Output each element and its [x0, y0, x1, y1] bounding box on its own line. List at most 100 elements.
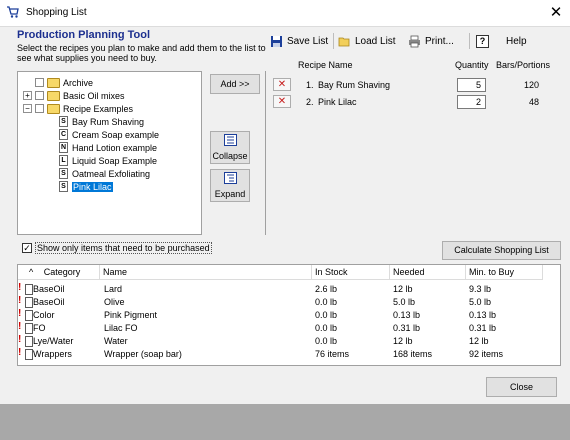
table-row[interactable]: ! Wrappers Wrapper (soap bar) 76 items 168 i… — [18, 347, 560, 361]
cell-min-to-buy: 9.3 lb — [469, 284, 492, 294]
page-subtitle: Select the recipes you plan to make and … — [17, 43, 266, 63]
expand-node-icon[interactable]: + — [23, 91, 32, 100]
title-divider — [0, 26, 570, 27]
add-button[interactable]: Add >> — [210, 74, 260, 94]
tree-checkbox[interactable] — [35, 104, 44, 113]
tree-item-label: Hand Lotion example — [72, 142, 158, 153]
cell-name: Lard — [104, 284, 123, 294]
calculate-shopping-list-button[interactable]: Calculate Shopping List — [442, 241, 561, 260]
folder-icon — [47, 90, 60, 101]
help-label: Help — [506, 35, 527, 47]
expand-label: Expand — [214, 189, 246, 199]
tree-item[interactable]: Archive — [23, 76, 93, 89]
cell-in-stock: 0.0 lb — [315, 297, 338, 307]
cell-needed: 168 items — [393, 349, 433, 359]
tree-item-label: Pink Lilac — [72, 181, 113, 192]
cell-needed: 12 lb — [393, 336, 413, 346]
bars-portions-value: 48 — [528, 97, 539, 107]
table-row[interactable]: ! BaseOil Olive 0.0 lb 5.0 lb 5.0 lb — [18, 295, 560, 309]
load-list-label: Load List — [355, 35, 396, 47]
shopping-table[interactable]: ^ Category Name In Stock Needed Min. to … — [17, 264, 561, 366]
show-only-checkbox[interactable]: ✓ — [22, 243, 32, 253]
page-title: Production Planning Tool — [17, 29, 151, 41]
tree-item[interactable]: C Cream Soap example — [59, 128, 159, 141]
save-list-button[interactable]: Save List — [270, 32, 328, 50]
needs-purchase-icon: ! — [18, 321, 22, 332]
cell-name: Lilac FO — [104, 323, 138, 333]
print-button[interactable]: Print... — [408, 32, 454, 50]
tree-node-spacer — [23, 78, 32, 87]
tree-item-label: Bay Rum Shaving — [72, 116, 145, 127]
recipe-doc-icon: N — [59, 142, 68, 153]
tree-item-label: Oatmeal Exfoliating — [72, 168, 151, 179]
cell-category: Color — [33, 310, 55, 320]
close-button[interactable]: Close — [486, 377, 557, 397]
cell-category: FO — [33, 323, 46, 333]
tree-checkbox[interactable] — [35, 91, 44, 100]
column-header-needed[interactable]: Needed — [390, 265, 466, 280]
needs-purchase-icon: ! — [18, 282, 22, 293]
cell-in-stock: 0.0 lb — [315, 323, 338, 333]
tree-item-label: Liquid Soap Example — [72, 155, 158, 166]
cell-name: Wrapper (soap bar) — [104, 349, 182, 359]
table-row[interactable]: ! Color Pink Pigment 0.0 lb 0.13 lb 0.13 lb — [18, 308, 560, 322]
recipe-tree[interactable]: Archive + Basic Oil mixes − Recipe Examples S… — [17, 71, 202, 235]
column-header-in-stock[interactable]: In Stock — [312, 265, 390, 280]
table-row[interactable]: ! Lye/Water Water 0.0 lb 12 lb 12 lb — [18, 334, 560, 348]
column-header-min-to-buy[interactable]: Min. to Buy — [466, 265, 543, 280]
recipe-doc-icon: C — [59, 129, 68, 140]
cart-icon — [6, 5, 20, 19]
tree-item[interactable]: S Oatmeal Exfoliating — [59, 167, 150, 180]
background-strip — [0, 404, 570, 440]
table-row[interactable]: ! FO Lilac FO 0.0 lb 0.31 lb 0.31 lb — [18, 321, 560, 335]
collapse-button[interactable]: Collapse — [210, 131, 250, 164]
cell-name: Olive — [104, 297, 125, 307]
tree-item[interactable]: + Basic Oil mixes — [23, 89, 125, 102]
cell-in-stock: 0.0 lb — [315, 310, 338, 320]
help-button[interactable]: ? Help — [476, 32, 527, 50]
collapse-node-icon[interactable]: − — [23, 104, 32, 113]
toolbar-separator — [333, 33, 334, 49]
recipe-doc-icon: S — [59, 116, 68, 127]
remove-recipe-button[interactable]: ✕ — [273, 95, 291, 108]
add-button-label: Add >> — [220, 78, 250, 89]
table-row[interactable]: ! BaseOil Lard 2.6 lb 12 lb 9.3 lb — [18, 282, 560, 296]
tree-item-label: Recipe Examples — [63, 103, 134, 114]
tree-item[interactable]: L Liquid Soap Example — [59, 154, 157, 167]
load-list-button[interactable]: Load List — [338, 32, 396, 50]
remove-recipe-button[interactable]: ✕ — [273, 78, 291, 91]
expand-icon — [223, 172, 237, 186]
close-button-label: Close — [509, 381, 533, 392]
item-doc-icon — [25, 349, 33, 360]
cell-in-stock: 2.6 lb — [315, 284, 338, 294]
cell-name: Water — [104, 336, 128, 346]
window-close-button[interactable]: ✕ — [546, 3, 566, 23]
tree-item[interactable]: N Hand Lotion example — [59, 141, 157, 154]
expand-button[interactable]: Expand — [210, 169, 250, 202]
cell-needed: 0.31 lb — [393, 323, 421, 333]
save-list-label: Save List — [287, 35, 329, 47]
tree-item[interactable]: − Recipe Examples — [23, 102, 133, 115]
tree-item[interactable]: S Bay Rum Shaving — [59, 115, 144, 128]
printer-icon — [408, 35, 421, 48]
recipe-doc-icon: S — [59, 181, 68, 192]
needs-purchase-icon: ! — [18, 308, 22, 319]
item-doc-icon — [25, 284, 33, 295]
recipe-name-header: Recipe Name — [298, 60, 353, 70]
column-header-category[interactable]: ^ Category — [18, 265, 100, 280]
tree-item-label: Cream Soap example — [72, 129, 160, 140]
item-doc-icon — [25, 323, 33, 334]
tree-item[interactable]: S Pink Lilac — [59, 180, 113, 193]
needs-purchase-icon: ! — [18, 334, 22, 345]
category-header-label: Category — [43, 267, 81, 277]
recipe-number: 1. — [306, 80, 314, 90]
tree-checkbox[interactable] — [35, 78, 44, 87]
save-icon — [270, 35, 283, 48]
folder-icon — [47, 77, 60, 88]
column-header-name[interactable]: Name — [100, 265, 312, 280]
show-only-option[interactable]: ✓ Show only items that need to be purcha… — [22, 242, 212, 254]
window-title: Shopping List — [26, 7, 87, 18]
item-doc-icon — [25, 310, 33, 321]
quantity-input[interactable]: 2 — [457, 95, 486, 109]
quantity-input[interactable]: 5 — [457, 78, 486, 92]
